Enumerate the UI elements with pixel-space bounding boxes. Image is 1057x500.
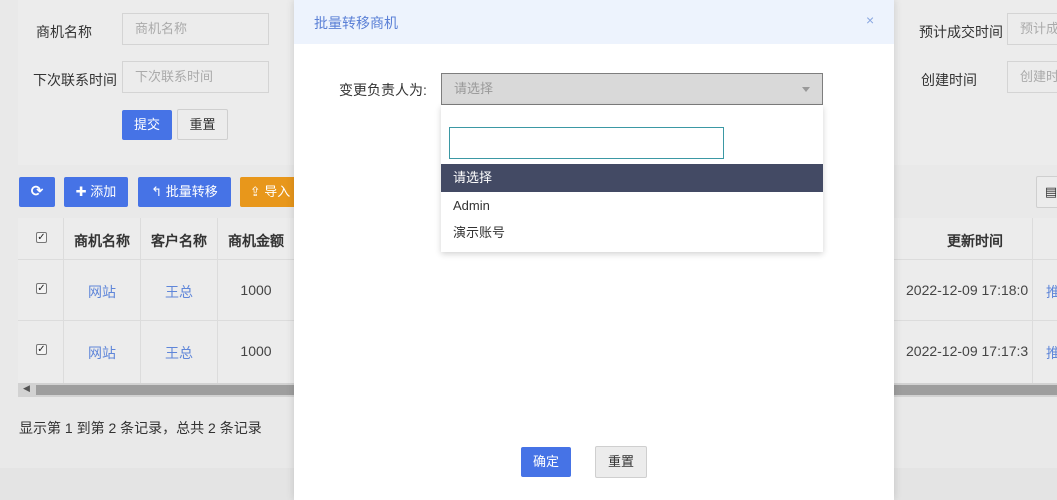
- import-button[interactable]: ⇪ 导入: [240, 177, 300, 207]
- batch-transfer-dialog: 批量转移商机 × 变更负责人为: 请选择 请选择 Admin 演示账号 确定 重…: [294, 0, 894, 500]
- row-name-link[interactable]: 网站: [64, 343, 140, 363]
- filter-next-contact-input[interactable]: 下次联系时间: [122, 61, 269, 93]
- owner-dropdown: 请选择 Admin 演示账号: [441, 105, 823, 252]
- header-amount: 商机金额: [228, 233, 284, 249]
- row-checkbox[interactable]: ✓: [36, 344, 47, 355]
- row-customer-link[interactable]: 王总: [141, 282, 217, 302]
- header-name: 商机名称: [74, 233, 130, 249]
- refresh-icon: ⟳: [30, 183, 44, 200]
- filter-submit-button[interactable]: 提交: [122, 110, 172, 140]
- row-amount: 1000: [240, 282, 272, 298]
- row-customer-link[interactable]: 王总: [141, 343, 217, 363]
- header-customer: 客户名称: [151, 233, 207, 249]
- dialog-title: 批量转移商机: [314, 15, 398, 31]
- refresh-button[interactable]: ⟳: [19, 177, 55, 207]
- filter-expected-deal-label: 预计成交时间: [919, 24, 1003, 40]
- filter-created-input[interactable]: 创建时间: [1007, 61, 1057, 93]
- pagination-info: 显示第 1 到第 2 条记录，总共 2 条记录: [19, 420, 262, 436]
- dropdown-option[interactable]: 演示账号: [441, 219, 823, 247]
- filter-expected-deal-input[interactable]: 预计成交时间: [1007, 13, 1057, 45]
- row-op-link[interactable]: 推: [1046, 282, 1057, 302]
- dropdown-search-input[interactable]: [449, 127, 724, 159]
- row-op-link[interactable]: 推: [1046, 343, 1057, 363]
- scroll-left-arrow-icon[interactable]: ◀: [23, 383, 30, 394]
- columns-icon: ▤: [1044, 184, 1057, 199]
- header-updated: 更新时间: [947, 233, 1003, 249]
- owner-select[interactable]: 请选择: [441, 73, 823, 105]
- row-updated: 2022-12-09 17:17:3: [906, 343, 1029, 359]
- select-all-checkbox[interactable]: ✓: [36, 232, 47, 243]
- confirm-button[interactable]: 确定: [521, 447, 571, 477]
- chevron-down-icon: [802, 87, 810, 92]
- filter-reset-button[interactable]: 重置: [177, 109, 228, 140]
- dialog-reset-button[interactable]: 重置: [595, 446, 647, 478]
- filter-name-input[interactable]: 商机名称: [122, 13, 269, 45]
- row-amount: 1000: [240, 343, 272, 359]
- owner-select-value: 请选择: [454, 81, 494, 96]
- add-button[interactable]: ✚ 添加: [64, 177, 128, 207]
- dropdown-option[interactable]: 请选择: [441, 164, 823, 192]
- owner-field-label: 变更负责人为:: [339, 82, 427, 98]
- close-icon[interactable]: ×: [866, 12, 874, 28]
- filter-name-label: 商机名称: [36, 24, 92, 40]
- batch-transfer-button[interactable]: ↰ 批量转移: [138, 177, 231, 207]
- row-checkbox[interactable]: ✓: [36, 283, 47, 294]
- filter-next-contact-label: 下次联系时间: [33, 72, 117, 88]
- row-updated: 2022-12-09 17:18:0: [906, 282, 1029, 298]
- row-name-link[interactable]: 网站: [64, 282, 140, 302]
- filter-created-label: 创建时间: [921, 72, 977, 88]
- dropdown-option[interactable]: Admin: [441, 192, 823, 220]
- columns-toggle-button[interactable]: ▤: [1036, 176, 1057, 208]
